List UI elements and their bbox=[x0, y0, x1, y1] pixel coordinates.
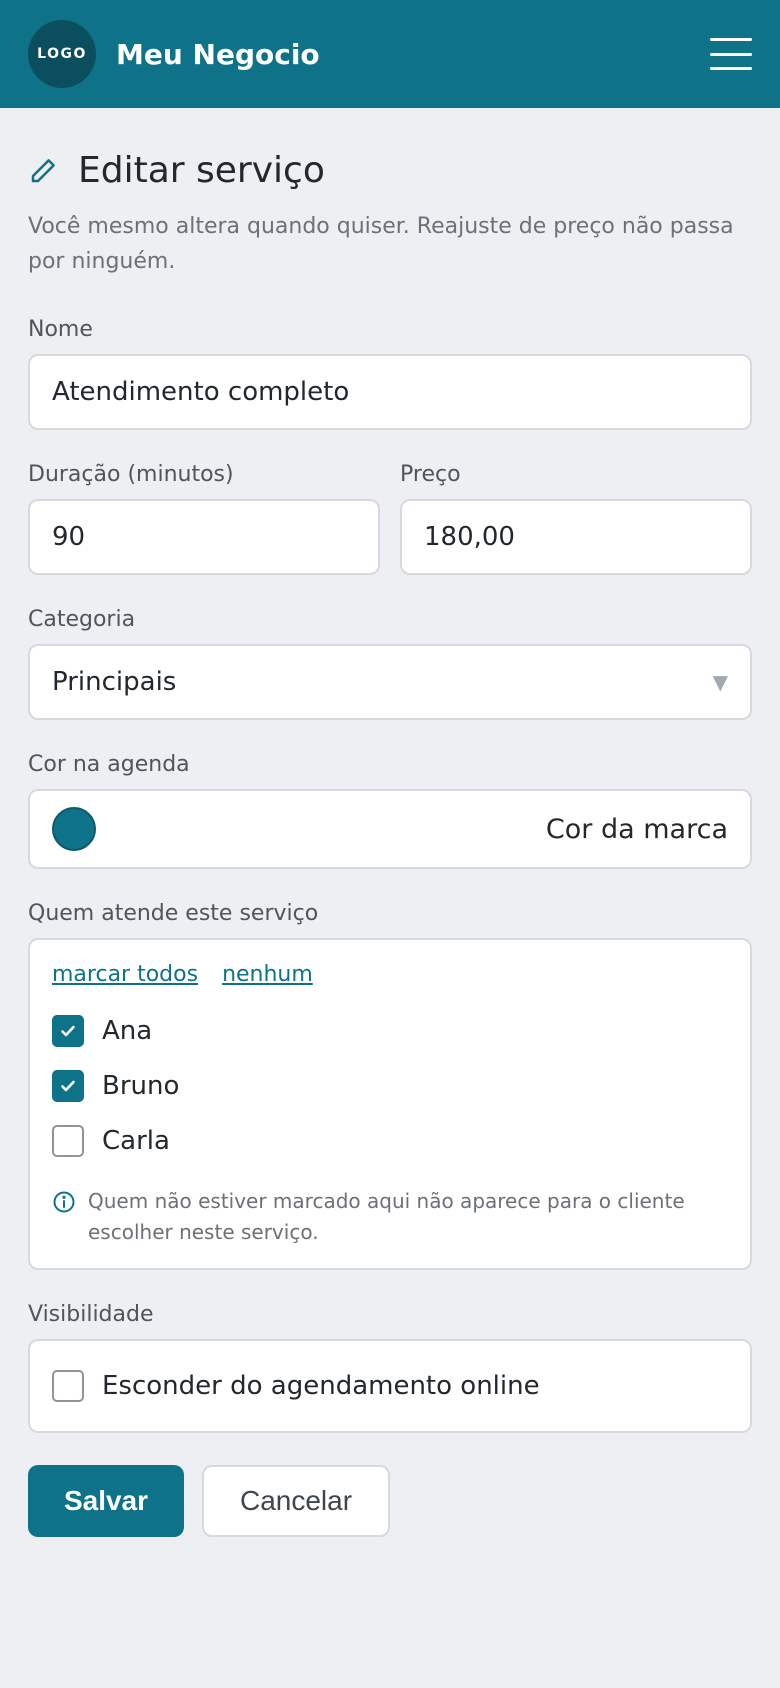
check-icon bbox=[61, 1025, 75, 1036]
name-group: Nome Atendimento completo bbox=[28, 317, 752, 430]
color-picker[interactable]: Cor da marca bbox=[28, 789, 752, 869]
staff-list: Ana Bruno Carla bbox=[52, 1003, 728, 1168]
caret-down-icon: ▼ bbox=[712, 670, 728, 694]
save-button[interactable]: Salvar bbox=[28, 1465, 184, 1537]
category-group: Categoria Principais ▼ bbox=[28, 607, 752, 720]
price-label: Preço bbox=[400, 462, 461, 487]
top-bar: LOGO Meu Negocio bbox=[0, 0, 780, 108]
check-icon bbox=[61, 1080, 75, 1091]
color-label: Cor na agenda bbox=[28, 752, 190, 777]
visibility-label: Visibilidade bbox=[28, 1302, 154, 1327]
staff-option-bruno[interactable]: Bruno bbox=[52, 1058, 728, 1113]
staff-box: marcar todos nenhum Ana Bruno Carla Quem… bbox=[28, 938, 752, 1270]
page-heading: Editar serviço bbox=[28, 150, 752, 191]
business-name: Meu Negocio bbox=[116, 37, 320, 71]
staff-name: Bruno bbox=[102, 1070, 180, 1101]
duration-price-row: Duração (minutos) 90 Preço 180,00 bbox=[28, 462, 752, 575]
staff-name: Carla bbox=[102, 1125, 170, 1156]
checkbox-checked[interactable] bbox=[52, 1069, 84, 1102]
info-icon bbox=[53, 1191, 75, 1213]
checkbox-unchecked[interactable] bbox=[52, 1370, 84, 1402]
category-value: Principais bbox=[52, 667, 177, 697]
staff-group: Quem atende este serviço marcar todos ne… bbox=[28, 901, 752, 1270]
form-actions: Salvar Cancelar bbox=[28, 1465, 752, 1537]
checkbox-checked[interactable] bbox=[52, 1014, 84, 1047]
duration-label: Duração (minutos) bbox=[28, 462, 234, 487]
name-input[interactable]: Atendimento completo bbox=[28, 354, 752, 430]
logo[interactable]: LOGO bbox=[28, 20, 96, 88]
select-none-link[interactable]: nenhum bbox=[222, 962, 313, 987]
pencil-icon bbox=[31, 158, 55, 182]
staff-quick-links: marcar todos nenhum bbox=[52, 962, 728, 987]
staff-note-text: Quem não estiver marcado aqui não aparec… bbox=[88, 1189, 685, 1244]
duration-input[interactable]: 90 bbox=[28, 499, 380, 575]
staff-note: Quem não estiver marcado aqui não aparec… bbox=[52, 1186, 728, 1248]
visibility-group: Visibilidade Esconder do agendamento onl… bbox=[28, 1302, 752, 1433]
checkbox-unchecked[interactable] bbox=[52, 1124, 84, 1157]
select-all-link[interactable]: marcar todos bbox=[52, 962, 198, 987]
hide-online-option[interactable]: Esconder do agendamento online bbox=[28, 1339, 752, 1433]
category-label: Categoria bbox=[28, 607, 136, 632]
duration-group: Duração (minutos) 90 bbox=[28, 462, 380, 575]
category-select[interactable]: Principais ▼ bbox=[28, 644, 752, 720]
page-title: Editar serviço bbox=[78, 150, 325, 191]
staff-option-carla[interactable]: Carla bbox=[52, 1113, 728, 1168]
edit-service-form: Editar serviço Você mesmo altera quando … bbox=[0, 150, 780, 1537]
hamburger-menu-icon[interactable] bbox=[710, 38, 752, 70]
hide-online-label: Esconder do agendamento online bbox=[102, 1371, 540, 1401]
color-name: Cor da marca bbox=[545, 813, 728, 845]
staff-option-ana[interactable]: Ana bbox=[52, 1003, 728, 1058]
name-label: Nome bbox=[28, 317, 93, 342]
price-group: Preço 180,00 bbox=[400, 462, 752, 575]
color-group: Cor na agenda Cor da marca bbox=[28, 752, 752, 869]
page-subtitle: Você mesmo altera quando quiser. Reajust… bbox=[28, 214, 734, 274]
staff-name: Ana bbox=[102, 1015, 153, 1046]
staff-label: Quem atende este serviço bbox=[28, 901, 319, 926]
cancel-button[interactable]: Cancelar bbox=[202, 1465, 390, 1537]
price-input[interactable]: 180,00 bbox=[400, 499, 752, 575]
color-swatch bbox=[52, 807, 96, 851]
